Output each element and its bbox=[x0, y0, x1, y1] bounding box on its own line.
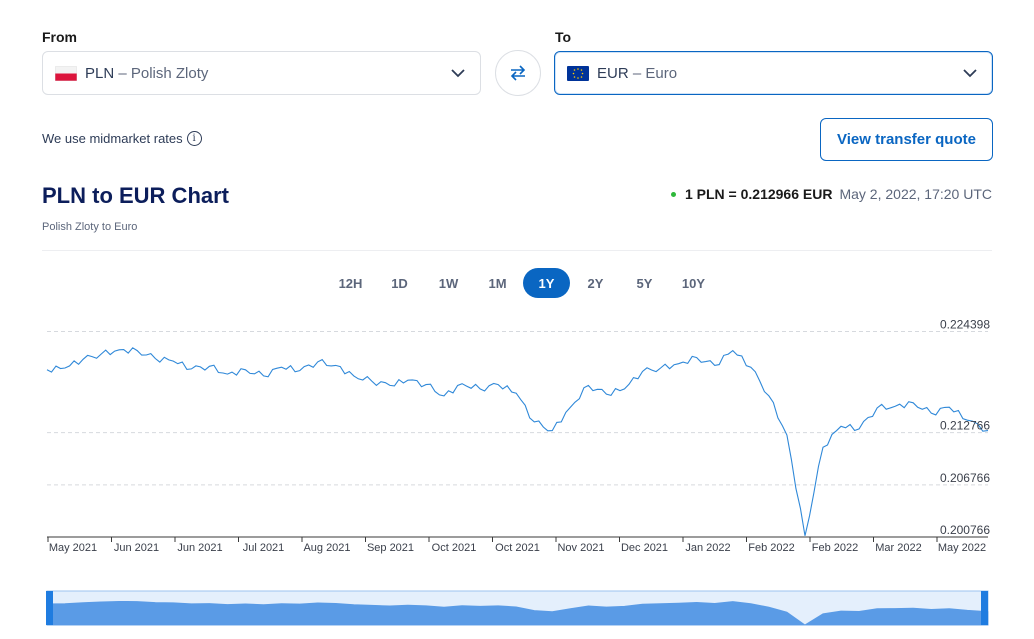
rate-value: 1 PLN = 0.212966 EUR bbox=[684, 186, 833, 202]
from-label: From bbox=[42, 29, 77, 45]
navigator-right-handle[interactable] bbox=[981, 591, 988, 625]
midmarket-note: We use midmarket rates i bbox=[42, 131, 202, 146]
info-icon[interactable]: i bbox=[186, 131, 202, 146]
navigator-left-handle[interactable] bbox=[46, 591, 53, 625]
range-tab-2y[interactable]: 2Y bbox=[572, 268, 619, 298]
x-tick-label: Oct 2021 bbox=[432, 542, 477, 554]
swap-currencies-button[interactable] bbox=[495, 50, 541, 96]
navigator-background bbox=[46, 590, 989, 626]
x-tick-label: May 2021 bbox=[49, 542, 97, 554]
x-tick-label: Oct 2021 bbox=[495, 542, 540, 554]
y-tick-label: 0.224398 bbox=[940, 318, 990, 332]
x-tick-label: Dec 2021 bbox=[621, 542, 668, 554]
x-tick-label: Feb 2022 bbox=[812, 542, 858, 554]
midmarket-note-text: We use midmarket rates bbox=[42, 131, 183, 146]
x-tick-label: May 2022 bbox=[938, 542, 986, 554]
eu-flag-icon bbox=[567, 65, 589, 81]
y-tick-label: 0.206766 bbox=[940, 471, 990, 485]
chart-subtitle: Polish Zloty to Euro bbox=[42, 221, 138, 233]
x-tick-label: Jun 2021 bbox=[177, 542, 222, 554]
y-tick-label: 0.212766 bbox=[940, 419, 990, 433]
range-tab-1d[interactable]: 1D bbox=[376, 268, 423, 298]
time-range-tabs: 12H 1D 1W 1M 1Y 2Y 5Y 10Y bbox=[327, 268, 719, 298]
range-tab-1y[interactable]: 1Y bbox=[523, 268, 570, 298]
swap-arrows-icon bbox=[510, 65, 526, 81]
range-navigator[interactable] bbox=[46, 590, 989, 626]
x-tick-label: Sep 2021 bbox=[367, 542, 414, 554]
x-tick-label: Jul 2021 bbox=[243, 542, 285, 554]
chevron-down-icon bbox=[451, 69, 465, 78]
range-tab-1m[interactable]: 1M bbox=[474, 268, 521, 298]
range-tab-10y[interactable]: 10Y bbox=[670, 268, 717, 298]
x-tick-label: Feb 2022 bbox=[748, 542, 794, 554]
divider bbox=[42, 250, 992, 251]
range-tab-12h[interactable]: 12H bbox=[327, 268, 374, 298]
y-tick-label: 0.200766 bbox=[940, 523, 990, 537]
range-tab-1w[interactable]: 1W bbox=[425, 268, 472, 298]
to-label: To bbox=[555, 29, 572, 45]
x-tick-label: Mar 2022 bbox=[875, 542, 921, 554]
x-tick-label: Jan 2022 bbox=[685, 542, 730, 554]
from-currency-select[interactable]: PLN – Polish Zloty bbox=[42, 51, 481, 95]
x-tick-label: Nov 2021 bbox=[557, 542, 604, 554]
view-transfer-quote-button[interactable]: View transfer quote bbox=[820, 118, 993, 161]
from-currency-text: PLN – Polish Zloty bbox=[85, 64, 209, 82]
chevron-down-icon bbox=[963, 69, 977, 78]
current-rate: 1 PLN = 0.212966 EUR May 2, 2022, 17:20 … bbox=[670, 186, 992, 202]
x-tick-label: Jun 2021 bbox=[114, 542, 159, 554]
to-currency-select[interactable]: EUR – Euro bbox=[554, 51, 993, 95]
poland-flag-icon bbox=[55, 65, 77, 81]
x-tick-label: Aug 2021 bbox=[303, 542, 350, 554]
navigator-area bbox=[46, 600, 989, 626]
to-currency-text: EUR – Euro bbox=[597, 64, 678, 82]
live-status-dot bbox=[670, 191, 676, 197]
chart-title: PLN to EUR Chart bbox=[42, 183, 229, 208]
range-tab-5y[interactable]: 5Y bbox=[621, 268, 668, 298]
rate-line bbox=[46, 347, 989, 536]
rate-timestamp: May 2, 2022, 17:20 UTC bbox=[839, 186, 992, 202]
